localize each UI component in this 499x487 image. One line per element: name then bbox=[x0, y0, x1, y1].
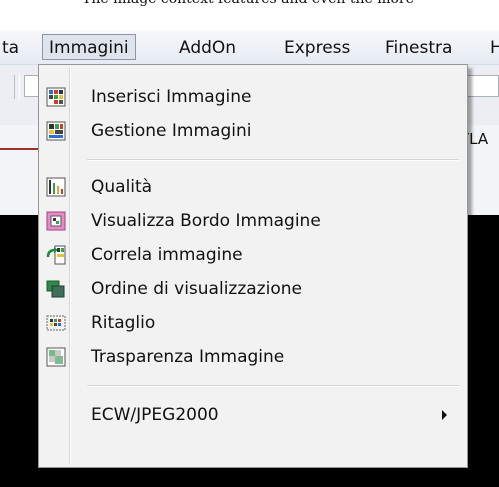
immagini-dropdown-menu: Inserisci Immagine Gestione Immagini Qua… bbox=[38, 64, 468, 468]
menubar-item-immagini[interactable]: Immagini bbox=[42, 34, 136, 60]
menu-item-label: Ritaglio bbox=[91, 313, 156, 333]
manage-images-icon bbox=[46, 121, 66, 141]
menu-separator bbox=[87, 385, 459, 387]
menu-separator bbox=[87, 159, 459, 161]
menu-item-label: Qualità bbox=[91, 177, 153, 197]
menu-item-visualizza-bordo[interactable]: Visualizza Bordo Immagine bbox=[43, 205, 461, 237]
menubar-item-addon[interactable]: AddOn bbox=[179, 36, 236, 60]
menubar-item-express[interactable]: Express bbox=[284, 36, 350, 60]
menu-item-ritaglio[interactable]: Ritaglio bbox=[43, 307, 461, 339]
menu-item-inserisci-immagine[interactable]: Inserisci Immagine bbox=[43, 81, 461, 113]
menubar-item-partial[interactable]: ta bbox=[2, 36, 19, 60]
quality-icon bbox=[46, 177, 66, 197]
menu-item-correla-immagine[interactable]: Correla immagine bbox=[43, 239, 461, 271]
menu-item-label: Gestione Immagini bbox=[91, 121, 252, 141]
image-border-icon bbox=[46, 211, 66, 231]
submenu-arrow-icon bbox=[442, 410, 447, 420]
menu-item-gestione-immagini[interactable]: Gestione Immagini bbox=[43, 115, 461, 147]
menu-item-ordine-visualizzazione[interactable]: Ordine di visualizzazione bbox=[43, 273, 461, 305]
menu-item-label: ECW/JPEG2000 bbox=[91, 405, 219, 425]
clip-icon bbox=[46, 313, 66, 333]
correlate-image-icon bbox=[46, 245, 66, 265]
red-divider bbox=[0, 148, 40, 150]
menu-item-ecw-jpeg2000[interactable]: ECW/JPEG2000 bbox=[43, 399, 461, 431]
menu-item-label: Ordine di visualizzazione bbox=[91, 279, 302, 299]
menubar-item-help[interactable]: H bbox=[490, 36, 499, 60]
toolbar-grip[interactable] bbox=[14, 75, 20, 99]
insert-image-icon bbox=[46, 87, 66, 107]
menu-item-label: Inserisci Immagine bbox=[91, 87, 252, 107]
menubar: ta Immagini AddOn Express Finestra H bbox=[0, 30, 499, 65]
menu-item-label: Visualizza Bordo Immagine bbox=[91, 211, 321, 231]
menu-item-label: Correla immagine bbox=[91, 245, 243, 265]
top-caption: The image context features and even the … bbox=[0, 0, 499, 22]
menu-item-trasparenza-immagine[interactable]: Trasparenza Immagine bbox=[43, 341, 461, 373]
menu-item-qualita[interactable]: Qualità bbox=[43, 171, 461, 203]
menu-item-label: Trasparenza Immagine bbox=[91, 347, 285, 367]
transparency-icon bbox=[46, 347, 66, 367]
menubar-item-finestra[interactable]: Finestra bbox=[385, 36, 452, 60]
draw-order-icon bbox=[46, 279, 66, 299]
